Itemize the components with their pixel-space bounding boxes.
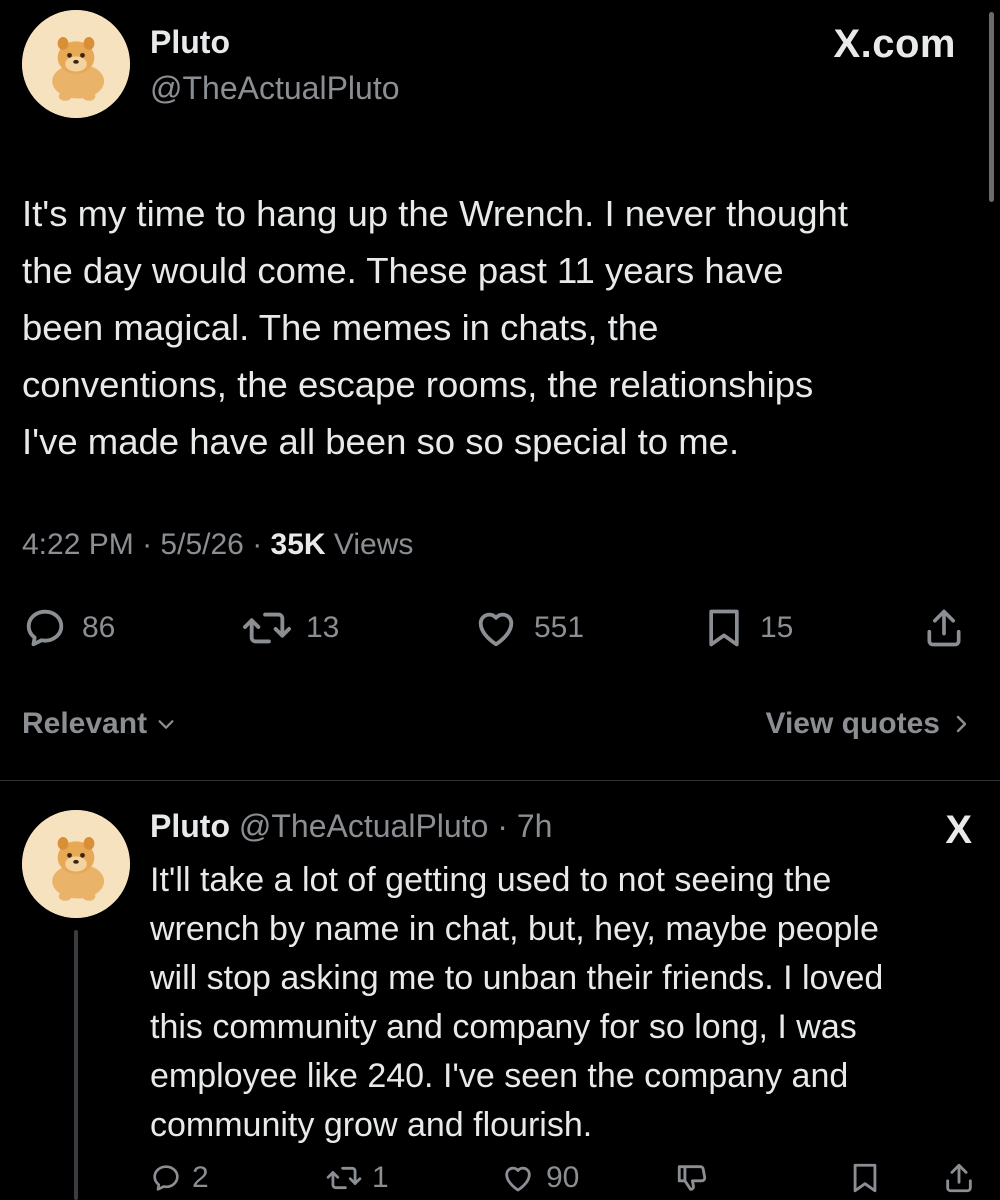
pomeranian-avatar-icon bbox=[22, 10, 130, 118]
reply-reply-count: 2 bbox=[192, 1161, 209, 1194]
reply-header: Pluto @TheActualPluto · 7h bbox=[150, 808, 552, 845]
reply-like-count: 90 bbox=[546, 1161, 580, 1194]
reply-reply-button[interactable]: 2 bbox=[150, 1158, 209, 1198]
x-logo-icon: X bbox=[945, 808, 972, 852]
scrollbar[interactable] bbox=[989, 12, 994, 202]
heart-icon bbox=[478, 612, 514, 647]
bookmark-icon bbox=[853, 1163, 877, 1193]
reply-button[interactable]: 86 bbox=[22, 604, 115, 652]
reply-repost-button[interactable]: 1 bbox=[326, 1158, 389, 1198]
view-quotes-label: View quotes bbox=[765, 707, 941, 740]
post-text: It's my time to hang up the Wrench. I ne… bbox=[22, 193, 848, 462]
meta-separator: · bbox=[142, 528, 153, 561]
post-time[interactable]: 4:22 PM bbox=[22, 528, 134, 561]
author-name[interactable]: Pluto bbox=[150, 24, 230, 61]
brand-watermark: X.com bbox=[833, 22, 956, 66]
sort-label: Relevant bbox=[22, 707, 148, 740]
reply-time[interactable]: 7h bbox=[517, 808, 553, 844]
avatar[interactable] bbox=[22, 10, 130, 118]
share-icon bbox=[927, 609, 961, 647]
repost-icon bbox=[243, 612, 291, 644]
divider bbox=[0, 780, 1000, 781]
reply-like-button[interactable]: 90 bbox=[500, 1158, 579, 1198]
post-detail-screen: Pluto @TheActualPluto X.com It's my time… bbox=[0, 0, 1000, 1200]
like-button[interactable]: 551 bbox=[472, 604, 584, 652]
share-icon bbox=[946, 1163, 972, 1193]
pomeranian-avatar-icon bbox=[22, 810, 130, 918]
repost-icon bbox=[326, 1166, 362, 1190]
thread-line bbox=[74, 930, 78, 1200]
view-quotes-link[interactable]: View quotes bbox=[766, 707, 973, 741]
replies-toolbar: Relevant View quotes bbox=[22, 703, 972, 747]
bookmark-count: 15 bbox=[760, 611, 794, 644]
reply-share-button[interactable] bbox=[942, 1158, 976, 1198]
reply-avatar[interactable] bbox=[22, 810, 130, 918]
downvote-button[interactable] bbox=[674, 1158, 710, 1198]
like-count: 551 bbox=[534, 611, 585, 644]
reply-count: 86 bbox=[82, 611, 116, 644]
views-label: Views bbox=[333, 528, 414, 561]
views-count: 35K bbox=[270, 528, 326, 561]
chevron-down-icon bbox=[158, 720, 174, 729]
reply-icon bbox=[26, 609, 64, 647]
post-action-bar: 86 13 551 15 bbox=[22, 604, 972, 652]
reply-separator: · bbox=[497, 808, 508, 844]
reply-action-bar: 2 1 90 bbox=[150, 1158, 980, 1198]
reply-bookmark-button[interactable] bbox=[848, 1158, 882, 1198]
author-handle[interactable]: @TheActualPluto bbox=[150, 70, 400, 107]
meta-separator: · bbox=[252, 528, 263, 561]
thumbs-down-icon bbox=[677, 1165, 707, 1191]
reply-repost-count: 1 bbox=[372, 1161, 389, 1194]
reply-author-handle[interactable]: @TheActualPluto bbox=[239, 808, 489, 844]
repost-count: 13 bbox=[306, 611, 340, 644]
bookmark-icon bbox=[709, 609, 739, 647]
reply-author-name[interactable]: Pluto bbox=[150, 808, 230, 844]
post-meta: 4:22 PM · 5/5/26 · 35K Views bbox=[22, 528, 413, 562]
heart-icon bbox=[505, 1166, 531, 1192]
bookmark-button[interactable]: 15 bbox=[702, 604, 793, 652]
sort-dropdown[interactable]: Relevant bbox=[22, 707, 177, 741]
reply-text: It'll take a lot of getting used to not … bbox=[150, 861, 884, 1144]
chevron-right-icon bbox=[956, 715, 967, 733]
reply-icon bbox=[153, 1165, 179, 1191]
share-button[interactable] bbox=[922, 604, 966, 652]
post-date[interactable]: 5/5/26 bbox=[160, 528, 243, 561]
repost-button[interactable]: 13 bbox=[242, 604, 339, 652]
